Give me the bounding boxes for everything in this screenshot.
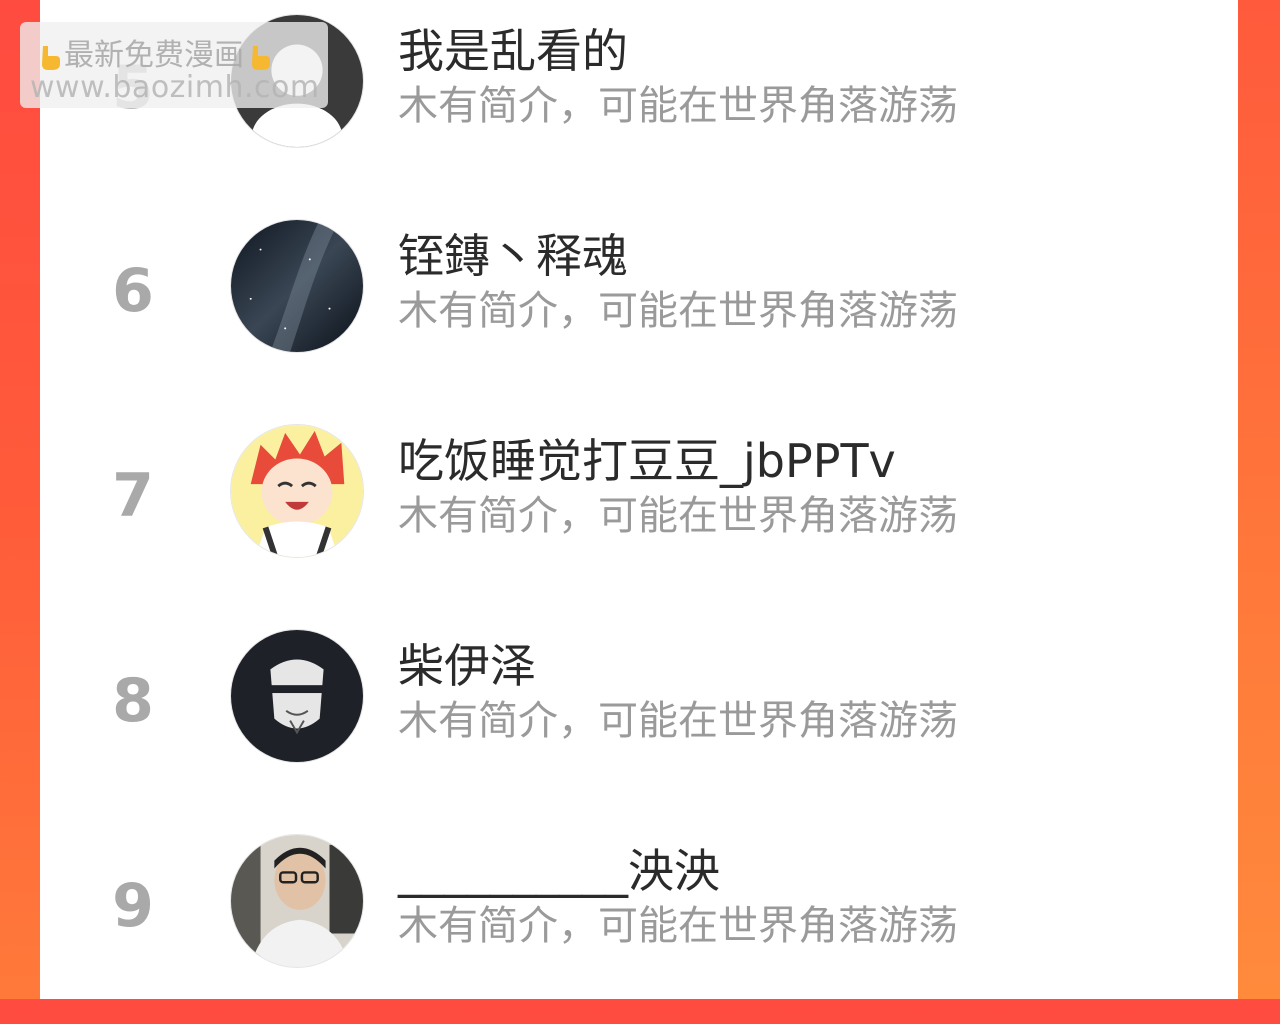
galaxy-avatar[interactable]: [230, 219, 364, 353]
anime-boy-avatar[interactable]: [230, 424, 364, 558]
list-item[interactable]: 6 铚鏄丶释魂 木有简介，可能在世界角落游荡: [40, 205, 1238, 409]
rank-number: 6: [112, 256, 154, 326]
photo-person-avatar[interactable]: [230, 834, 364, 968]
user-bio: 木有简介，可能在世界角落游荡: [398, 493, 958, 539]
pointing-down-hand-icon: [42, 45, 60, 70]
list-item[interactable]: 7 吃饭睡觉打豆豆_jbPPTv 木有简介，可能在世界角落游荡: [40, 410, 1238, 614]
list-item[interactable]: 9 __________泱泱 木有简介，可能在世界角落游荡: [40, 820, 1238, 1024]
user-name[interactable]: 柴伊泽: [398, 643, 536, 689]
user-name[interactable]: 我是乱看的: [398, 28, 628, 74]
list-item[interactable]: 8 柴伊泽 木有简介，可能在世界角落游荡: [40, 615, 1238, 819]
watermark-text: 最新免费漫画: [64, 38, 244, 73]
user-bio: 木有简介，可能在世界角落游荡: [398, 903, 958, 949]
user-bio: 木有简介，可能在世界角落游荡: [398, 698, 958, 744]
rank-number: 8: [112, 666, 154, 736]
rank-number: 9: [112, 871, 154, 941]
masked-face-avatar[interactable]: [230, 629, 364, 763]
user-name[interactable]: __________泱泱: [398, 848, 720, 894]
ranking-panel: 5 我是乱看的 木有简介，可能在世界角落游荡 6: [40, 0, 1238, 999]
user-bio: 木有简介，可能在世界角落游荡: [398, 83, 958, 129]
site-watermark: 最新免费漫画 www.baozimh.com: [20, 22, 328, 108]
right-background-strip: [1238, 0, 1280, 999]
pointing-down-hand-icon: [252, 45, 270, 70]
user-name[interactable]: 吃饭睡觉打豆豆_jbPPTv: [398, 438, 896, 484]
watermark-url: www.baozimh.com: [30, 70, 320, 105]
user-name[interactable]: 铚鏄丶释魂: [398, 233, 628, 279]
rank-number: 7: [112, 461, 154, 531]
watermark-line1: 最新免费漫画: [34, 30, 274, 74]
user-bio: 木有简介，可能在世界角落游荡: [398, 288, 958, 334]
